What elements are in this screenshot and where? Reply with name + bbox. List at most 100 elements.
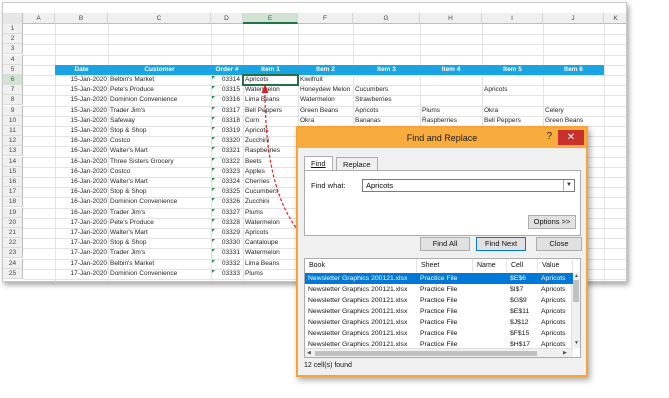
row-header-24[interactable]: 24 (3, 258, 23, 269)
column-header-h[interactable]: H (420, 13, 482, 24)
column-header-i[interactable]: I (482, 13, 543, 24)
table-cell[interactable]: 16-Jan-2020 (57, 136, 108, 146)
table-cell[interactable]: Bananas (355, 116, 419, 126)
row-header-5[interactable]: 5 (3, 64, 23, 75)
table-cell[interactable]: Okra (484, 106, 542, 116)
table-cell[interactable]: Bell Peppers (484, 116, 542, 126)
table-cell[interactable]: 15-Jan-2020 (57, 126, 108, 136)
table-cell[interactable] (545, 85, 603, 95)
table-cell[interactable]: Apricots (355, 106, 419, 116)
table-cell[interactable]: 03315 (213, 85, 242, 95)
row-header-1[interactable]: 1 (3, 24, 23, 34)
table-cell[interactable]: 03316 (213, 95, 242, 105)
column-header-f[interactable]: F (298, 13, 353, 24)
table-cell[interactable]: 16-Jan-2020 (57, 167, 108, 177)
tab-replace[interactable]: Replace (336, 157, 378, 170)
table-cell[interactable]: Lima Beans (245, 95, 297, 105)
table-cell[interactable]: Beets (245, 157, 297, 167)
table-cell[interactable] (422, 75, 481, 85)
results-list[interactable]: ▲ ▼ ◀ ▶ Book Sheet Name Cell Value Newsletter… (304, 258, 581, 358)
table-cell[interactable]: Honeydew Melon (300, 85, 352, 95)
table-header-cell[interactable]: Date (55, 64, 108, 75)
table-cell[interactable]: 17-Jan-2020 (57, 238, 108, 248)
column-header-j[interactable]: J (543, 13, 604, 24)
result-row[interactable]: Newsletter Graphics 200121.xlsx Practice … (305, 339, 573, 350)
row-header-21[interactable]: 21 (3, 228, 23, 238)
table-cell[interactable] (545, 75, 603, 85)
table-cell[interactable]: 03322 (213, 157, 242, 167)
table-cell[interactable]: Stop & Shop (110, 187, 210, 197)
table-cell[interactable]: Trader Jim's (110, 248, 210, 258)
table-cell[interactable]: Cucumbers (245, 187, 297, 197)
table-cell[interactable]: 17-Jan-2020 (57, 228, 108, 238)
column-header-e[interactable]: E (243, 13, 298, 24)
table-cell[interactable]: 03332 (213, 259, 242, 269)
results-column-header[interactable]: Cell (507, 259, 538, 272)
find-next-button[interactable]: Find Next (476, 237, 526, 251)
row-header-11[interactable]: 11 (3, 126, 23, 136)
row-header-16[interactable]: 16 (3, 177, 23, 187)
column-header-b[interactable]: B (55, 13, 108, 24)
table-cell[interactable]: Apricots (484, 85, 542, 95)
table-cell[interactable]: Apricots (245, 228, 297, 238)
row-header-20[interactable]: 20 (3, 217, 23, 228)
column-header-c[interactable]: C (108, 13, 211, 24)
table-header-cell[interactable]: Item 2 (298, 64, 353, 75)
results-column-header[interactable]: Value (538, 259, 573, 272)
table-cell[interactable]: Okra (300, 116, 352, 126)
row-header-19[interactable]: 19 (3, 207, 23, 218)
table-cell[interactable]: 03327 (213, 208, 242, 218)
table-cell[interactable]: 03328 (213, 218, 242, 228)
table-cell[interactable]: Cucumbers (355, 85, 419, 95)
result-row[interactable]: Newsletter Graphics 200121.xlsx Practice … (305, 317, 573, 328)
close-button[interactable]: Close (536, 237, 582, 251)
table-cell[interactable]: 03326 (213, 197, 242, 207)
table-cell[interactable]: Cantaloupe (245, 238, 297, 248)
table-cell[interactable]: 15-Jan-2020 (57, 95, 108, 105)
table-cell[interactable]: 03330 (213, 238, 242, 248)
result-row[interactable]: Newsletter Graphics 200121.xlsx Practice … (305, 328, 573, 339)
table-cell[interactable] (355, 75, 419, 85)
row-header-10[interactable]: 10 (3, 115, 23, 126)
table-cell[interactable] (422, 95, 481, 105)
find-all-button[interactable]: Find All (420, 237, 470, 251)
row-header-17[interactable]: 17 (3, 187, 23, 198)
table-cell[interactable]: Walter's Mart (110, 177, 210, 187)
table-cell[interactable]: 16-Jan-2020 (57, 197, 108, 207)
table-cell[interactable]: Stop & Shop (110, 126, 210, 136)
table-cell[interactable] (545, 95, 603, 105)
table-header-cell[interactable]: Item 4 (420, 64, 482, 75)
table-cell[interactable]: 03331 (213, 248, 242, 258)
table-cell[interactable]: Zucchini (245, 136, 297, 146)
table-cell[interactable]: 17-Jan-2020 (57, 259, 108, 269)
table-cell[interactable]: Green Beans (300, 106, 352, 116)
table-cell[interactable]: 03325 (213, 187, 242, 197)
table-cell[interactable]: Kiwifruit (300, 75, 352, 85)
table-cell[interactable]: Apricots (245, 126, 297, 136)
table-cell[interactable]: Three Sisters Grocery (110, 157, 210, 167)
row-header-12[interactable]: 12 (3, 136, 23, 147)
table-cell[interactable] (422, 85, 481, 95)
result-row[interactable]: Newsletter Graphics 200121.xlsx Practice … (305, 273, 573, 284)
table-cell[interactable]: Dominion Convenience (110, 197, 210, 207)
table-cell[interactable]: Costco (110, 167, 210, 177)
table-header-cell[interactable]: Item 6 (543, 64, 604, 75)
table-header-cell[interactable]: Customer (108, 64, 211, 75)
close-icon[interactable]: ✕ (558, 130, 584, 145)
table-cell[interactable]: Celery (545, 106, 603, 116)
table-header-cell[interactable]: Item 3 (353, 64, 420, 75)
table-cell[interactable]: Plums (245, 208, 297, 218)
table-cell[interactable]: Plums (422, 106, 481, 116)
row-header-8[interactable]: 8 (3, 95, 23, 106)
column-header-d[interactable]: D (211, 13, 243, 24)
table-cell[interactable]: Green Beans (545, 116, 603, 126)
table-cell[interactable]: Walter's Mart (110, 228, 210, 238)
table-cell[interactable] (484, 95, 542, 105)
table-cell[interactable]: 16-Jan-2020 (57, 187, 108, 197)
table-cell[interactable]: 17-Jan-2020 (57, 269, 108, 279)
scroll-left-icon[interactable]: ◀ (307, 349, 311, 357)
table-cell[interactable]: Raspberries (245, 146, 297, 156)
table-cell[interactable]: Safeway (110, 116, 210, 126)
results-column-header[interactable]: Book (305, 259, 417, 272)
table-cell[interactable]: 15-Jan-2020 (57, 116, 108, 126)
